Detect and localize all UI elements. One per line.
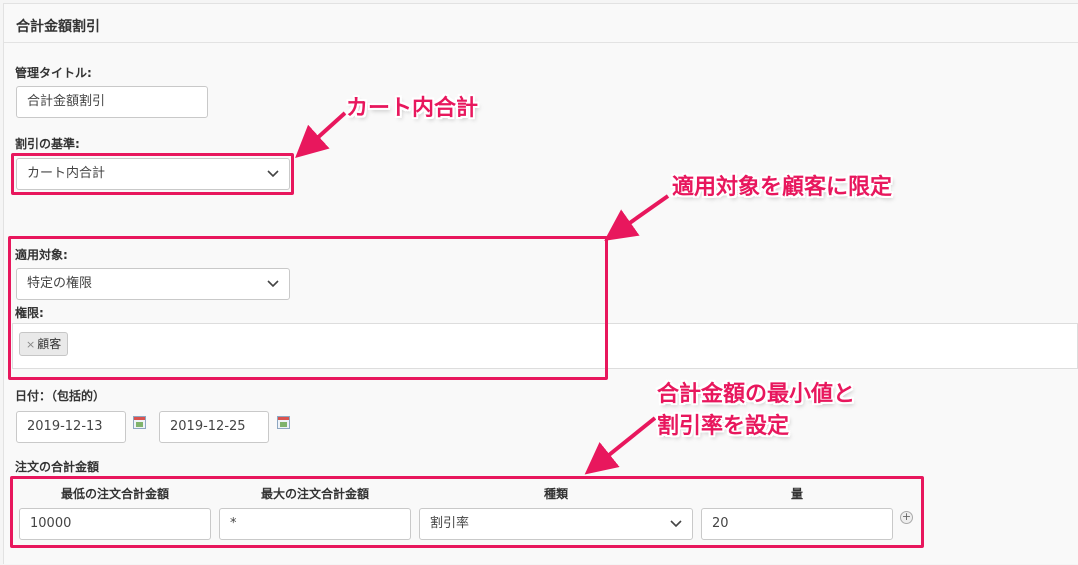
callout-cart-total: カート内合計 [346, 96, 479, 121]
callout-min-and-rate-line2: 割引率を設定 [657, 414, 790, 439]
arrow-to-apply-to [604, 194, 670, 241]
arrow-to-discount-basis [295, 111, 347, 159]
annotation-arrows [295, 111, 670, 475]
callout-limit-to-customer: 適用対象を顧客に限定 [672, 175, 893, 200]
arrow-to-order-total [584, 416, 657, 475]
callout-min-and-rate-line1: 合計金額の最小値と [657, 382, 856, 407]
